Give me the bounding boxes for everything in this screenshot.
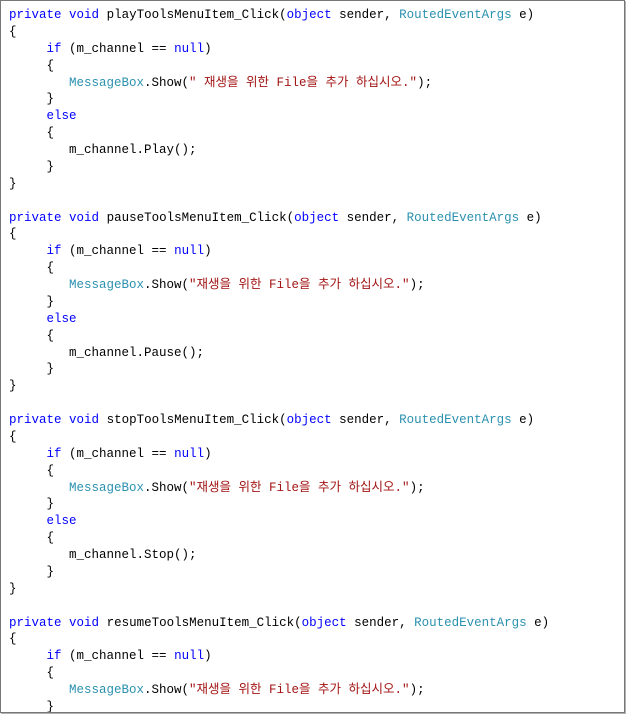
method-block: private void pauseToolsMenuItem_Click(ob… — [9, 211, 542, 394]
condition: (m_channel == — [62, 649, 175, 663]
code-block: private void playToolsMenuItem_Click(obj… — [0, 0, 625, 713]
method-block: private void playToolsMenuItem_Click(obj… — [9, 8, 534, 191]
string-literal: "재생을 위한 File을 추가 하십시오." — [189, 683, 410, 697]
type-messagebox: MessageBox — [69, 278, 144, 292]
show-close: ); — [410, 278, 425, 292]
brace-open: { — [47, 126, 55, 140]
string-literal: "재생을 위한 File을 추가 하십시오." — [189, 278, 410, 292]
keyword-null: null — [174, 42, 204, 56]
brace-open: { — [47, 464, 55, 478]
brace-close: } — [47, 92, 55, 106]
brace-open: { — [9, 25, 17, 39]
type-routedeventargs: RoutedEventArgs — [399, 8, 512, 22]
keyword-object: object — [287, 8, 332, 22]
param-e: e) — [512, 8, 535, 22]
paren-open: ( — [279, 413, 287, 427]
keyword-object: object — [294, 211, 339, 225]
show-open: .Show( — [144, 683, 189, 697]
condition: (m_channel == — [62, 42, 175, 56]
type-messagebox: MessageBox — [69, 683, 144, 697]
type-messagebox: MessageBox — [69, 481, 144, 495]
show-open: .Show( — [144, 481, 189, 495]
keyword-if: if — [47, 447, 62, 461]
keyword-else: else — [47, 109, 77, 123]
keyword-void: void — [69, 211, 99, 225]
method-block: private void resumeToolsMenuItem_Click(o… — [9, 616, 549, 714]
method-name: pauseToolsMenuItem_Click — [107, 211, 287, 225]
call-statement: m_channel.Pause(); — [69, 346, 204, 360]
param-e: e) — [519, 211, 542, 225]
keyword-null: null — [174, 447, 204, 461]
keyword-if: if — [47, 244, 62, 258]
param-sender: sender, — [339, 211, 407, 225]
string-literal: "재생을 위한 File을 추가 하십시오." — [189, 481, 410, 495]
close-paren: ) — [204, 42, 212, 56]
brace-open: { — [47, 59, 55, 73]
keyword-private: private — [9, 616, 62, 630]
type-routedeventargs: RoutedEventArgs — [407, 211, 520, 225]
brace-open: { — [47, 531, 55, 545]
method-name: playToolsMenuItem_Click — [107, 8, 280, 22]
keyword-null: null — [174, 244, 204, 258]
keyword-else: else — [47, 312, 77, 326]
show-close: ); — [417, 76, 432, 90]
brace-close: } — [47, 160, 55, 174]
param-e: e) — [527, 616, 550, 630]
brace-close: } — [47, 565, 55, 579]
keyword-void: void — [69, 413, 99, 427]
brace-open: { — [47, 666, 55, 680]
condition: (m_channel == — [62, 447, 175, 461]
param-sender: sender, — [332, 8, 400, 22]
string-literal: " 재생을 위한 File을 추가 하십시오." — [189, 76, 417, 90]
brace-close: } — [9, 177, 17, 191]
close-paren: ) — [204, 649, 212, 663]
condition: (m_channel == — [62, 244, 175, 258]
keyword-object: object — [287, 413, 332, 427]
keyword-else: else — [47, 514, 77, 528]
show-open: .Show( — [144, 278, 189, 292]
paren-open: ( — [294, 616, 302, 630]
brace-close: } — [47, 497, 55, 511]
keyword-if: if — [47, 42, 62, 56]
keyword-private: private — [9, 8, 62, 22]
show-open: .Show( — [144, 76, 189, 90]
keyword-private: private — [9, 211, 62, 225]
close-paren: ) — [204, 244, 212, 258]
param-e: e) — [512, 413, 535, 427]
show-close: ); — [410, 683, 425, 697]
brace-close: } — [9, 582, 17, 596]
keyword-void: void — [69, 616, 99, 630]
call-statement: m_channel.Play(); — [69, 143, 197, 157]
keyword-void: void — [69, 8, 99, 22]
show-close: ); — [410, 481, 425, 495]
keyword-object: object — [302, 616, 347, 630]
type-messagebox: MessageBox — [69, 76, 144, 90]
call-statement: m_channel.Stop(); — [69, 548, 197, 562]
keyword-if: if — [47, 649, 62, 663]
keyword-private: private — [9, 413, 62, 427]
method-name: stopToolsMenuItem_Click — [107, 413, 280, 427]
brace-open: { — [47, 329, 55, 343]
brace-open: { — [9, 430, 17, 444]
brace-close: } — [47, 362, 55, 376]
paren-open: ( — [287, 211, 295, 225]
close-paren: ) — [204, 447, 212, 461]
method-block: private void stopToolsMenuItem_Click(obj… — [9, 413, 534, 596]
brace-close: } — [47, 700, 55, 713]
paren-open: ( — [279, 8, 287, 22]
brace-close: } — [9, 379, 17, 393]
brace-open: { — [47, 261, 55, 275]
method-name: resumeToolsMenuItem_Click — [107, 616, 295, 630]
param-sender: sender, — [347, 616, 415, 630]
type-routedeventargs: RoutedEventArgs — [414, 616, 527, 630]
type-routedeventargs: RoutedEventArgs — [399, 413, 512, 427]
brace-open: { — [9, 227, 17, 241]
keyword-null: null — [174, 649, 204, 663]
brace-open: { — [9, 632, 17, 646]
param-sender: sender, — [332, 413, 400, 427]
brace-close: } — [47, 295, 55, 309]
